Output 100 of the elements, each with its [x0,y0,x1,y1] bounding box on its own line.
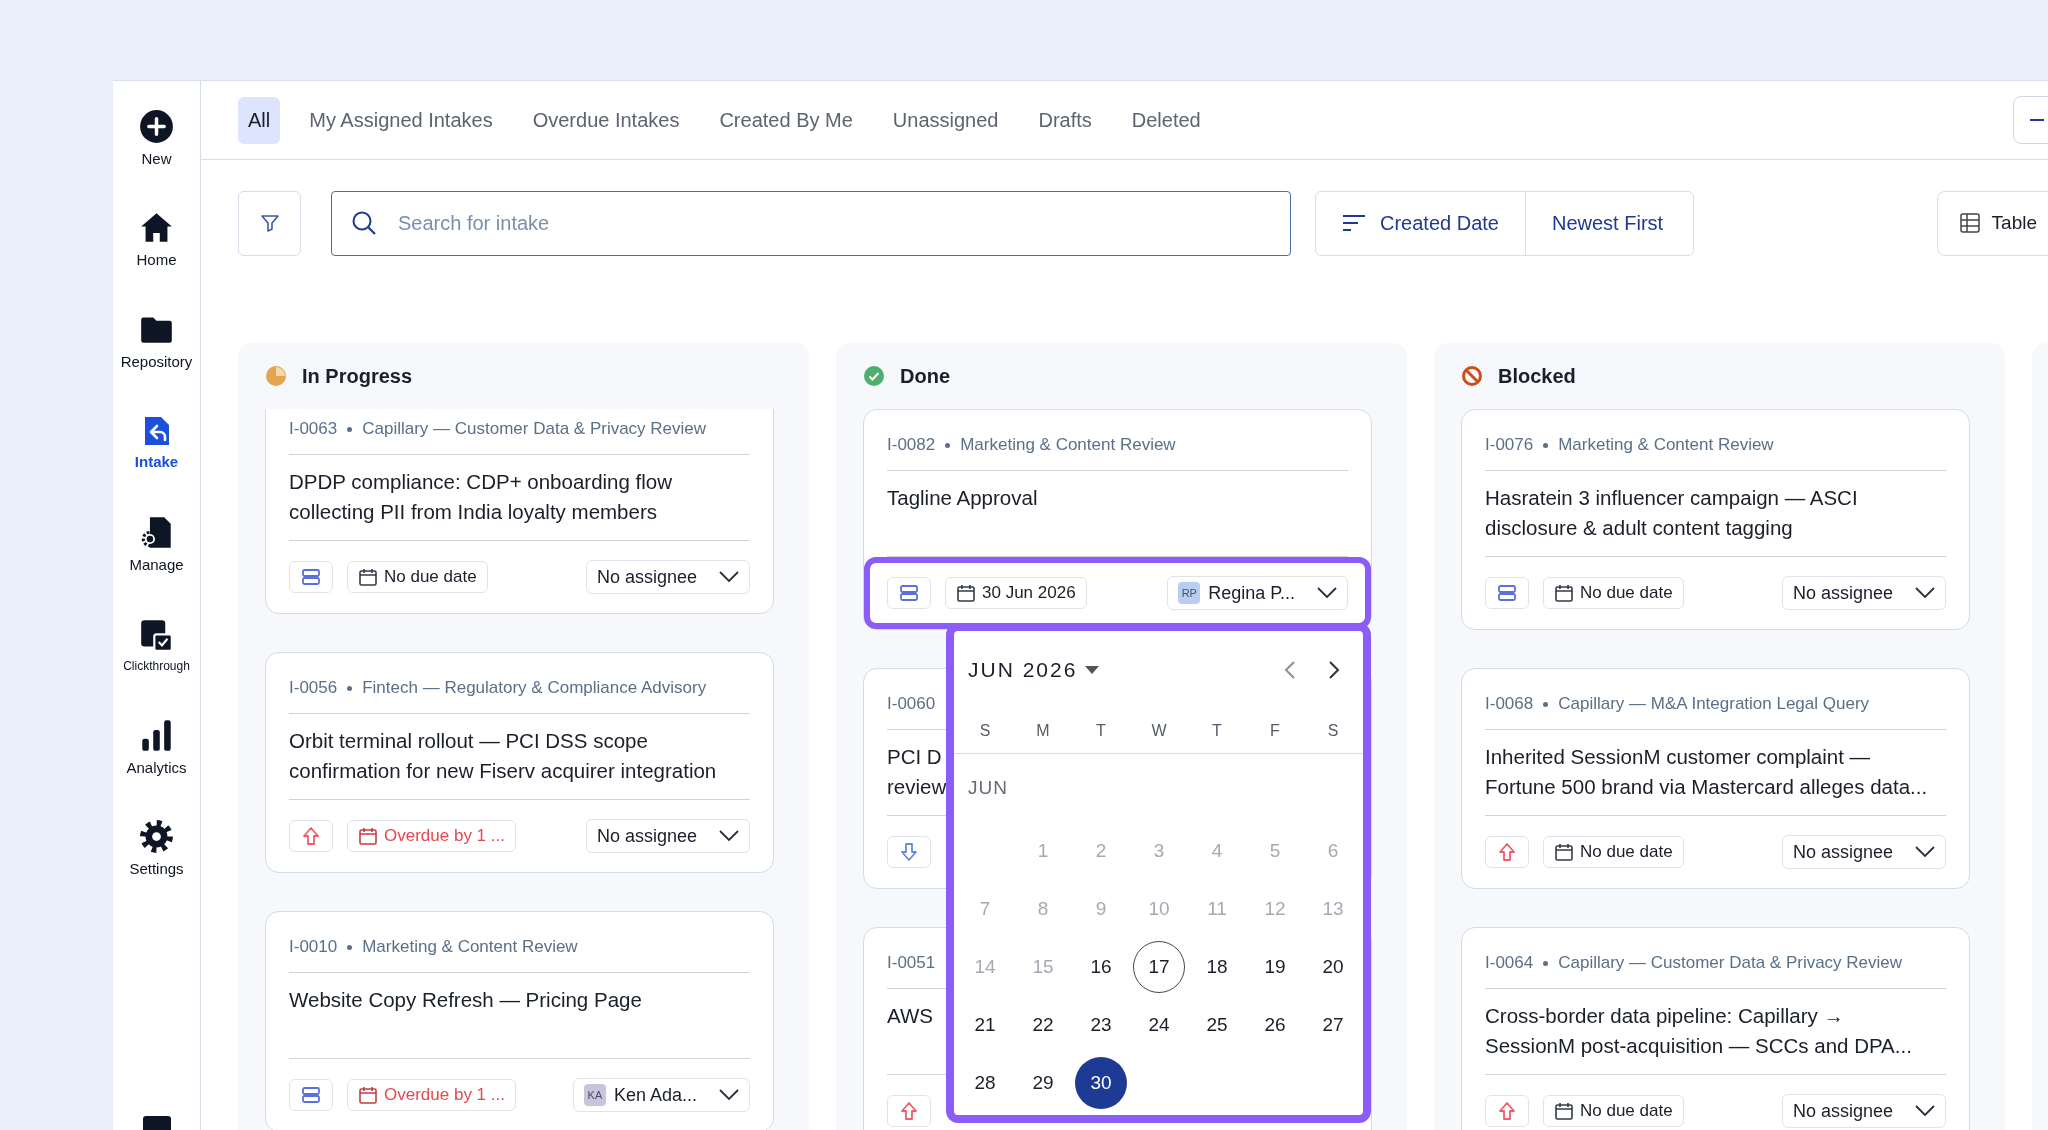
sort-icon [1342,214,1366,232]
chevron-down-icon [1915,846,1935,858]
filter-button[interactable] [238,190,301,256]
arrow-up-icon [1497,1101,1517,1121]
intake-id: I-0068 [1485,694,1534,714]
assignee-dropdown[interactable]: KA Ken Ada... [572,1078,750,1112]
priority-button[interactable] [1485,577,1529,609]
calendar-day[interactable]: 18 [1191,941,1243,993]
priority-button[interactable] [887,836,931,868]
calendar-icon [956,583,976,603]
weekday-label: S [978,721,992,741]
intake-card[interactable]: I-0068 Capillary — M&A Integration Legal Query Inherited SessionM customer complaint — Fortune 500 brand via Mastercard alleges data... No due date No assignee [1461,668,1970,889]
separator-dot [347,685,353,691]
sidebar-item[interactable]: Intake [113,391,200,493]
intake-title: Website Copy Refresh — Pricing Page [289,973,750,1059]
weekday-label: T [1211,721,1223,741]
calendar-day[interactable]: 19 [1249,941,1301,993]
search-icon [351,209,377,236]
table-icon [1959,213,1980,233]
assignee-dropdown[interactable]: No assignee [1781,576,1946,610]
priority-button[interactable] [289,1079,333,1111]
due-date-button[interactable]: 30 Jun 2026 [945,577,1087,609]
calendar-icon [358,1085,378,1105]
chevron-down-icon [719,830,739,842]
tab[interactable]: Overdue Intakes [521,96,691,144]
calendar-day[interactable]: 27 [1307,999,1359,1051]
priority-button[interactable] [1485,836,1529,868]
plus-circle-icon [139,108,174,144]
intake-category: Capillary — Customer Data & Privacy Review [362,419,707,439]
priority-button[interactable] [289,820,333,852]
due-date-button[interactable]: Overdue by 1 ... [347,1079,516,1111]
tab[interactable]: All [238,96,281,144]
weekday-label: W [1150,721,1168,741]
separator-dot [945,442,951,448]
chevron-down-icon [1915,587,1935,599]
due-date-button[interactable]: Overdue by 1 ... [347,820,516,852]
intake-card[interactable]: I-0076 Marketing & Content Review Hasratein 3 influencer campaign — ASCI disclosure & adult content tagging No due date No assignee [1461,409,1970,630]
due-date-button[interactable]: No due date [1543,1095,1684,1127]
calendar-day[interactable]: 28 [959,1057,1011,1109]
intake-id: I-0064 [1485,953,1534,973]
intake-card[interactable]: I-0010 Marketing & Content Review Website Copy Refresh — Pricing Page Overdue by 1 ... KA Ken Ada... [265,911,774,1130]
priority-button[interactable] [887,1095,931,1127]
chevron-down-icon [1317,587,1337,599]
sidebar-item[interactable]: New [113,87,200,189]
due-date-button[interactable]: No due date [1543,577,1684,609]
calendar-day[interactable]: 21 [959,999,1011,1051]
stacked-bars-icon [301,567,321,587]
separator-dot [347,426,353,432]
intake-id: I-0063 [289,419,338,439]
intake-category: Capillary — M&A Integration Legal Query [1558,694,1870,714]
calendar-day[interactable]: 16 [1075,941,1127,993]
intake-card[interactable]: I-0064 Capillary — Customer Data & Privacy Review Cross-border data pipeline: Capillary → SessionM post-acquisition — SCCs and DPA... No due date No assignee [1461,927,1970,1130]
bar-chart-icon [139,717,174,753]
calendar-icon [1554,583,1574,603]
tab[interactable]: Created By Me [708,96,864,144]
search-field[interactable]: Search for intake [331,190,1291,256]
calendar-day[interactable]: 23 [1075,999,1127,1051]
sort-field-button[interactable]: Created Date [1316,191,1525,255]
arrow-up-icon [899,1101,919,1121]
sidebar-item[interactable]: Analytics [113,696,200,798]
sidebar-item[interactable]: Clickthrough [113,594,200,696]
calendar-day[interactable]: 24 [1133,999,1185,1051]
intake-id: I-0056 [289,678,338,698]
intake-title: Cross-border data pipeline: Capillary → SessionM post-acquisition — SCCs and DPA... [1485,989,1946,1075]
chevron-down-icon [1915,1105,1935,1117]
assignee-dropdown[interactable]: No assignee [1781,835,1946,869]
sort-order-button[interactable]: Newest First [1524,191,1694,255]
tab[interactable]: Unassigned [881,96,1010,144]
assignee-dropdown[interactable]: No assignee [1781,1094,1946,1128]
priority-button[interactable] [289,561,333,593]
tab[interactable]: Deleted [1120,96,1212,144]
due-date-button[interactable]: No due date [1543,836,1684,868]
calendar-day[interactable]: 22 [1017,999,1069,1051]
due-date-button[interactable]: No due date [347,561,488,593]
tab[interactable]: Drafts [1027,96,1103,144]
assignee-dropdown[interactable]: No assignee [585,819,750,853]
sidebar-item[interactable]: Settings [113,797,200,899]
calendar-day[interactable]: 29 [1017,1057,1069,1109]
sidebar-item[interactable]: Manage [113,493,200,595]
priority-button[interactable] [1485,1095,1529,1127]
tab[interactable]: My Assigned Intakes [298,96,504,144]
month-select[interactable]: JUN 2026 [968,658,1100,682]
arrow-up-icon [1497,842,1517,862]
calendar-icon [358,826,378,846]
intake-card[interactable]: I-0056 Fintech — Regulatory & Compliance Advisory Orbit terminal rollout — PCI DSS scope confirmation for new Fiserv acquirer integration Overdue by 1 ... No assignee [265,652,774,873]
calendar-day[interactable]: 26 [1249,999,1301,1051]
assignee-dropdown[interactable]: No assignee [585,560,750,594]
calendar-day[interactable]: 25 [1191,999,1243,1051]
calendar-day[interactable]: 30 [1075,1057,1127,1109]
intake-card[interactable]: I-0063 Capillary — Customer Data & Privacy Review DPDP compliance: CDP+ onboarding flow collecting PII from India loyalty members No due date No assignee [265,409,774,614]
table-view-button[interactable]: Table [1936,190,2048,256]
sidebar-item[interactable]: Home [113,188,200,290]
intake-id: I-0082 [887,435,936,455]
intake-title: Orbit terminal rollout — PCI DSS scope confirmation for new Fiserv acquirer integration [289,714,750,800]
assignee-dropdown[interactable]: RP Regina P... [1167,576,1348,610]
chevron-down-icon [719,571,739,583]
priority-button[interactable] [887,577,931,609]
calendar-icon [1554,842,1574,862]
calendar-day[interactable]: 20 [1307,941,1359,993]
sidebar-item[interactable]: Repository [113,290,200,392]
